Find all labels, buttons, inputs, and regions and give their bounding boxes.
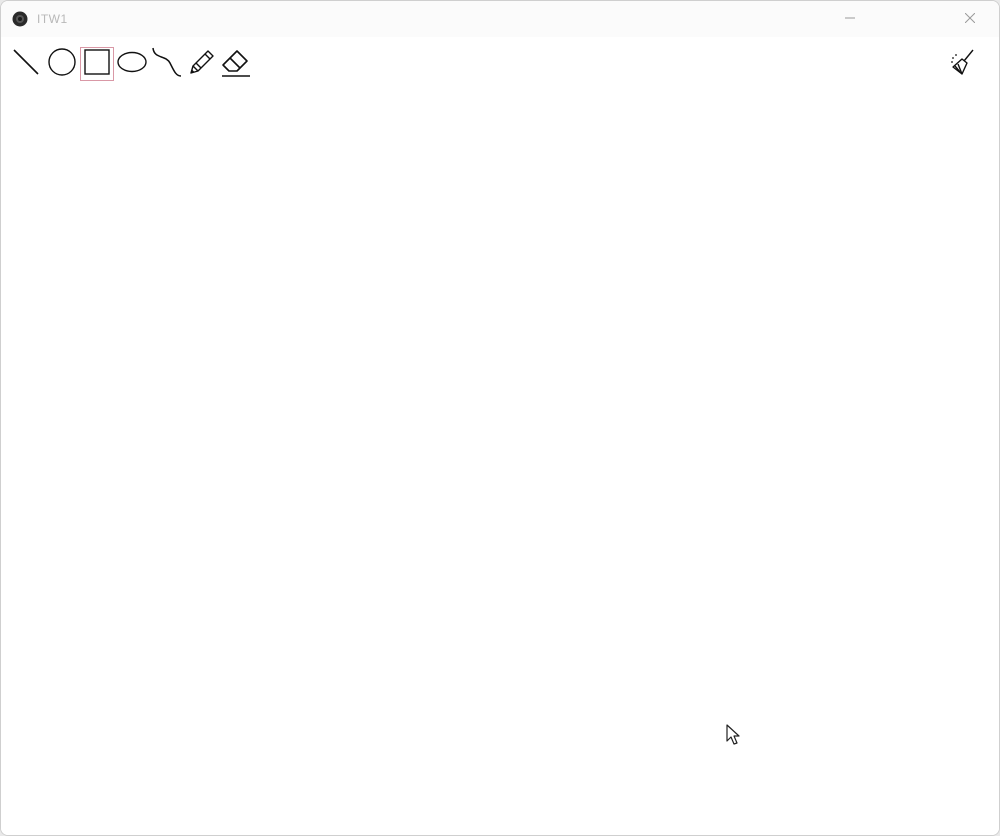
app-circle-icon — [12, 11, 28, 27]
line-icon — [11, 47, 41, 82]
circle-icon — [47, 47, 77, 82]
title-bar[interactable]: ITW1 — [1, 1, 999, 37]
curve-icon — [150, 45, 184, 84]
eraser-icon — [219, 45, 253, 84]
pencil-tool[interactable] — [185, 47, 219, 81]
rectangle-tool[interactable] — [80, 47, 114, 81]
app-window: ITW1 — [0, 0, 1000, 836]
curve-tool[interactable] — [150, 47, 184, 81]
mouse-pointer-icon — [725, 723, 743, 747]
clear-canvas-button[interactable] — [947, 47, 981, 81]
close-button[interactable] — [947, 1, 993, 37]
broom-icon — [949, 47, 979, 82]
ellipse-icon — [116, 47, 148, 82]
drawing-toolbar — [7, 45, 263, 85]
close-icon — [964, 10, 976, 28]
rectangle-icon — [83, 48, 111, 81]
ellipse-tool[interactable] — [115, 47, 149, 81]
pencil-icon — [186, 46, 218, 83]
eraser-tool[interactable] — [219, 47, 253, 81]
circle-tool[interactable] — [45, 47, 79, 81]
drawing-canvas[interactable] — [1, 89, 999, 835]
window-title: ITW1 — [37, 12, 68, 26]
minimize-button[interactable] — [827, 1, 873, 37]
line-tool[interactable] — [9, 47, 43, 81]
minimize-icon — [845, 10, 855, 28]
